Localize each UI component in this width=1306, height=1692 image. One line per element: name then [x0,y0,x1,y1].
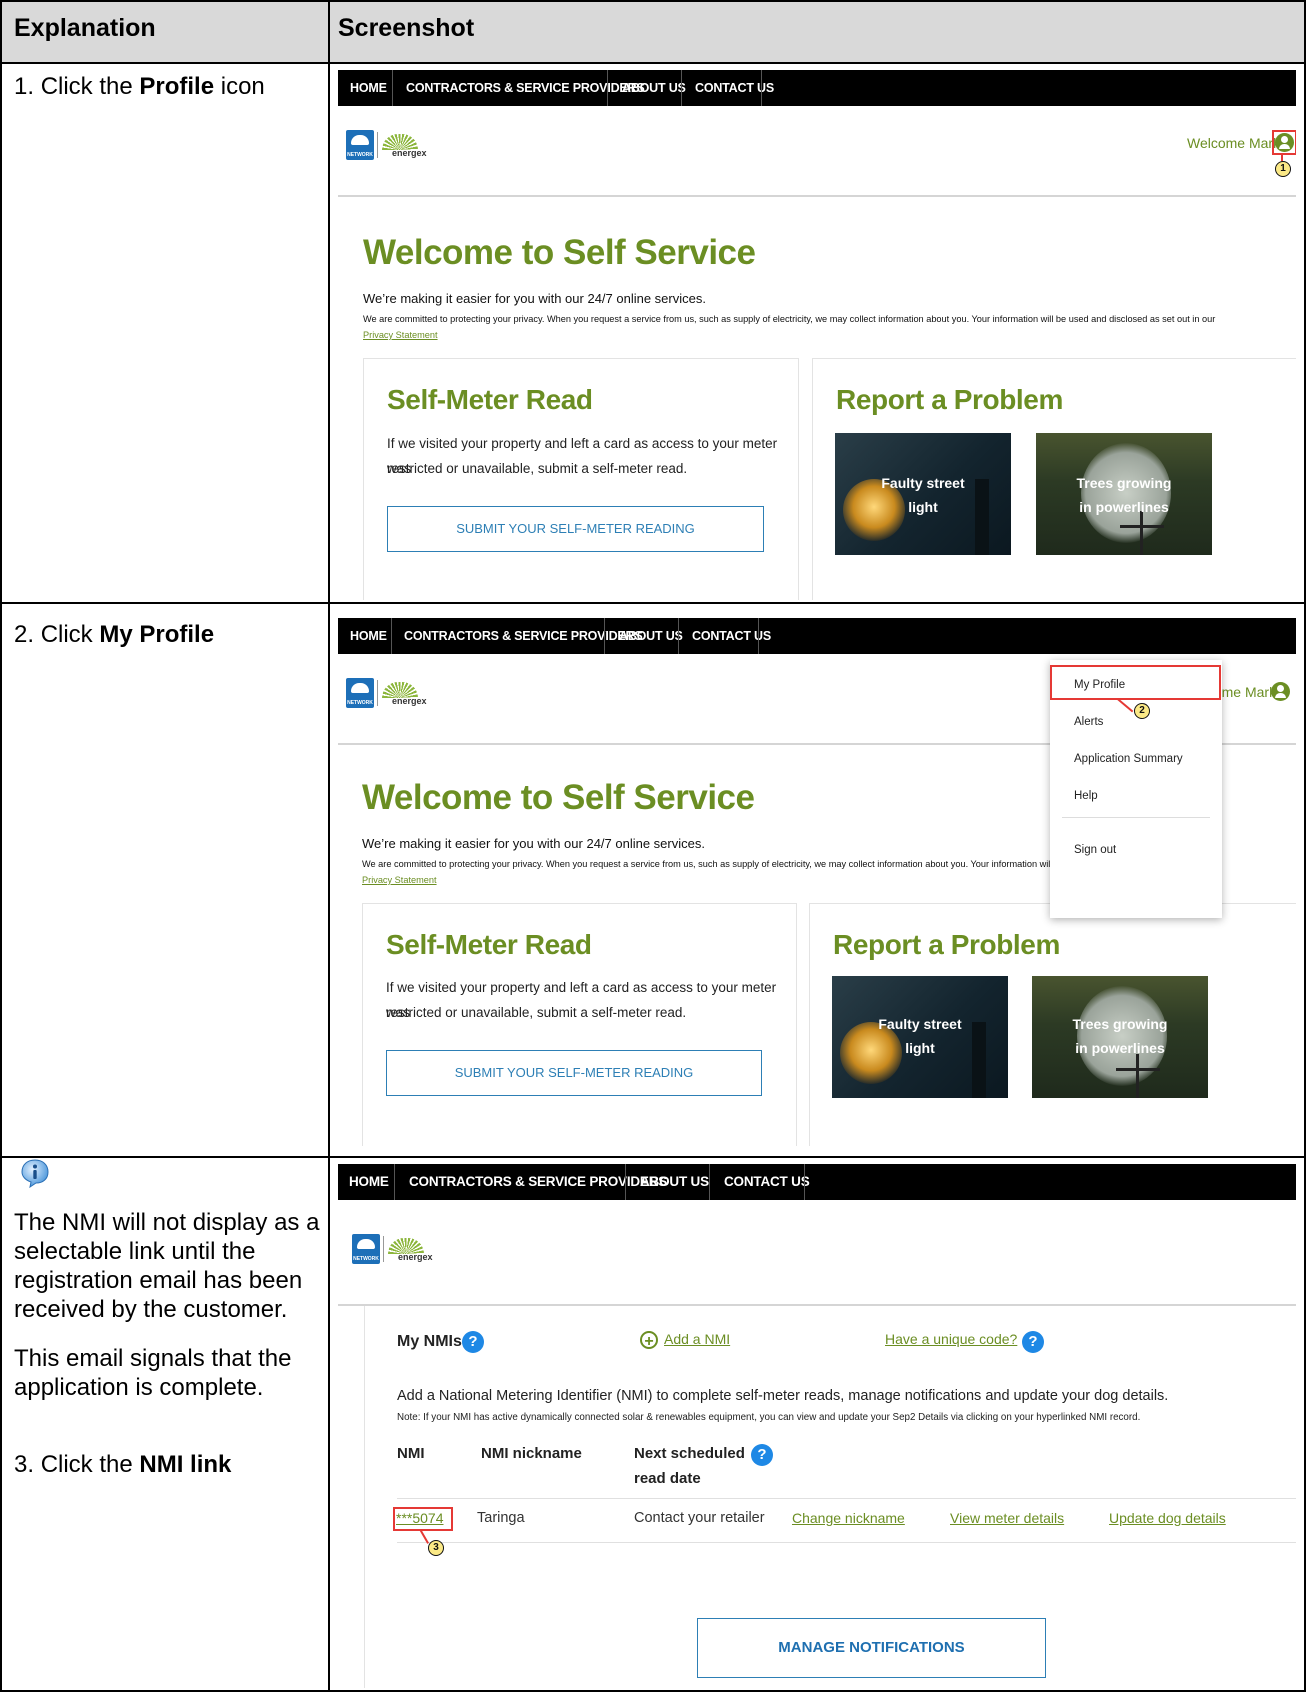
intro-text: We’re making it easier for you with our … [363,291,706,306]
profile-icon[interactable] [1271,682,1290,701]
intro-text: We’re making it easier for you with our … [362,836,705,851]
help-icon[interactable]: ? [751,1444,773,1466]
highlight-nmi-link [393,1507,453,1531]
header-explanation: Explanation [14,14,156,42]
column-read-date: read date [634,1470,701,1487]
submit-meter-reading-button[interactable]: SUBMIT YOUR SELF-METER READING [386,1050,762,1096]
trees-in-powerlines-tile[interactable]: Trees growing in powerlines [1036,433,1212,555]
screenshot-2: HOME CONTRACTORS & SERVICE PROVIDERS ABO… [338,618,1296,1146]
nav-home[interactable]: HOME [350,618,387,654]
faulty-street-light-tile[interactable]: Faulty street light [835,433,1011,555]
step-2-instruction: 2. Click My Profile [14,621,215,648]
help-icon[interactable]: ? [1022,1331,1044,1353]
top-nav: HOME CONTRACTORS & SERVICE PROVIDERS ABO… [338,618,1296,654]
step-1-instruction: 1. Click the Profile icon [14,73,265,100]
nmis-description: Add a National Metering Identifier (NMI)… [397,1388,1169,1404]
self-meter-card: Self-Meter Read If we visited your prope… [362,903,797,1146]
view-meter-details-link[interactable]: View meter details [950,1510,1064,1526]
report-problem-title: Report a Problem [833,929,1060,960]
nav-home[interactable]: HOME [349,1164,389,1200]
nav-about[interactable]: ABOUT US [619,618,683,654]
nav-about[interactable]: ABOUT US [640,1164,709,1200]
trees-in-powerlines-tile[interactable]: Trees growing in powerlines [1032,976,1208,1098]
nav-contact[interactable]: CONTACT US [695,70,774,106]
nav-contractors[interactable]: CONTRACTORS & SERVICE PROVIDERS [404,618,643,654]
menu-alerts[interactable]: Alerts [1074,716,1103,728]
next-read-date: Contact your retailer [634,1510,765,1526]
header-screenshot: Screenshot [338,14,475,42]
welcome-user: Welcome Mark [1187,135,1281,151]
unique-code-link[interactable]: Have a unique code? [885,1331,1017,1347]
step-3-instruction: 3. Click the NMI link [14,1451,232,1478]
step-marker-2: 2 [1134,703,1150,719]
my-nmis-title: My NMIs [397,1333,462,1350]
step-marker-1: 1 [1275,161,1291,177]
report-problem-title: Report a Problem [836,384,1063,415]
top-nav: HOME CONTRACTORS & SERVICE PROVIDERS ABO… [338,70,1296,106]
menu-sign-out[interactable]: Sign out [1074,844,1116,856]
page-title: Welcome to Self Service [363,233,756,272]
privacy-link[interactable]: Privacy Statement [362,875,437,885]
self-meter-title: Self-Meter Read [386,929,592,960]
privacy-text: We are committed to protecting your priv… [363,314,1216,324]
top-nav: HOME CONTRACTORS & SERVICE PROVIDERS ABO… [338,1164,1296,1200]
nav-home[interactable]: HOME [350,70,387,106]
self-meter-line-2: restricted or unavailable, submit a self… [387,461,688,476]
nav-contact[interactable]: CONTACT US [692,618,771,654]
privacy-text: We are committed to protecting your priv… [362,859,1061,869]
self-meter-card: Self-Meter Read If we visited your prope… [363,358,799,600]
nmi-nickname: Taringa [477,1510,525,1526]
self-meter-line-2: restricted or unavailable, submit a self… [386,1005,687,1020]
nmis-note: Note: If your NMI has active dynamically… [397,1412,1141,1423]
nav-about[interactable]: ABOUT US [622,70,686,106]
update-dog-details-link[interactable]: Update dog details [1109,1510,1226,1526]
note-paragraph-2: This email signals that the application … [14,1345,292,1401]
nav-contact[interactable]: CONTACT US [724,1164,810,1200]
highlight-my-profile [1050,665,1221,700]
help-icon[interactable]: ? [462,1331,484,1353]
submit-meter-reading-button[interactable]: SUBMIT YOUR SELF-METER READING [387,506,764,552]
table-header [2,2,1304,62]
column-nmi: NMI [397,1445,425,1462]
nav-contractors[interactable]: CONTRACTORS & SERVICE PROVIDERS [409,1164,667,1200]
step-marker-3: 3 [428,1540,444,1556]
note-paragraph-1: The NMI will not display as a selectable… [14,1209,320,1323]
column-next-scheduled: Next scheduled [634,1445,745,1462]
column-nickname: NMI nickname [481,1445,582,1462]
manage-notifications-button[interactable]: MANAGE NOTIFICATIONS [697,1618,1046,1678]
page-title: Welcome to Self Service [362,778,755,817]
menu-help[interactable]: Help [1074,790,1098,802]
add-nmi-link[interactable]: Add a NMI [664,1331,730,1347]
info-icon [21,1159,49,1188]
screenshot-1: HOME CONTRACTORS & SERVICE PROVIDERS ABO… [338,70,1296,600]
self-meter-title: Self-Meter Read [387,384,593,415]
faulty-street-light-tile[interactable]: Faulty street light [832,976,1008,1098]
menu-application-summary[interactable]: Application Summary [1074,753,1183,765]
change-nickname-link[interactable]: Change nickname [792,1510,905,1526]
privacy-link[interactable]: Privacy Statement [363,330,438,340]
add-icon[interactable]: + [640,1331,658,1350]
highlight-profile-icon [1272,130,1296,155]
screenshot-3: HOME CONTRACTORS & SERVICE PROVIDERS ABO… [338,1164,1296,1688]
nav-contractors[interactable]: CONTRACTORS & SERVICE PROVIDERS [406,70,645,106]
